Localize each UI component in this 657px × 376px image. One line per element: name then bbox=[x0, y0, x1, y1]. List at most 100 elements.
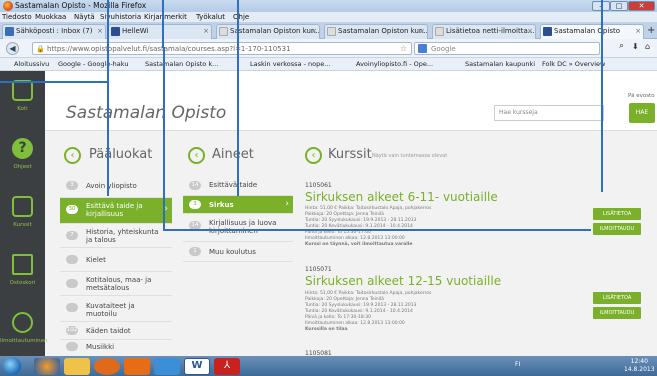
back-button[interactable]: ◀ bbox=[6, 42, 19, 55]
download-icon[interactable]: ⬇ bbox=[632, 42, 639, 51]
tab-course-2[interactable]: Sastamalan Opiston kur... × bbox=[324, 24, 428, 39]
menu-help[interactable]: Ohje bbox=[233, 13, 249, 21]
count-badge: 1 bbox=[189, 247, 201, 256]
start-button[interactable] bbox=[3, 357, 21, 375]
media-taskbar-icon[interactable] bbox=[94, 358, 120, 375]
course-title[interactable]: Sirkuksen alkeet 12-15 vuotiaille bbox=[305, 274, 501, 288]
site-brand[interactable]: Sastamalan Opisto bbox=[66, 103, 226, 123]
tab-label: Lisätietoa netti-ilmoitta... bbox=[446, 27, 535, 35]
kurssit-subtitle: Näytä vain tuntemassa olevat bbox=[372, 153, 448, 159]
maximize-button[interactable]: □ bbox=[610, 1, 628, 11]
home-button-icon[interactable]: ⌂ bbox=[645, 42, 650, 51]
info-button[interactable]: LISÄTIETOA bbox=[593, 292, 641, 304]
list-item[interactable]: Kielet bbox=[60, 248, 172, 272]
search-input[interactable]: Google bbox=[414, 42, 600, 55]
bookmark-item[interactable]: Avoinyliopisto.fi - Ope... bbox=[356, 60, 433, 68]
bookmark-item[interactable]: Folk DC » Overview bbox=[542, 60, 605, 68]
star-icon[interactable]: ☆ bbox=[400, 44, 407, 53]
tab-bar: Sähköposti : Inbox (7) × HelleWi × Sasta… bbox=[0, 22, 657, 39]
tab-course-1[interactable]: Sastamalan Opiston kur... × bbox=[216, 24, 320, 39]
tab-label: Sastamalan Opiston kur... bbox=[230, 27, 320, 35]
sidebar-label: Ostoskori bbox=[9, 280, 36, 286]
detail-line: Kurssilla on tilaa bbox=[305, 327, 348, 332]
menu-view[interactable]: Näytä bbox=[74, 13, 95, 21]
sidebar-label: Kurssit bbox=[13, 222, 32, 228]
sidebar-item-cart[interactable]: Ostoskori bbox=[0, 245, 45, 303]
mail-icon bbox=[5, 27, 14, 36]
list-item[interactable]: 7 Historia, yhteiskunta ja talous bbox=[60, 224, 172, 248]
firefox-taskbar-icon[interactable] bbox=[34, 358, 60, 375]
close-icon[interactable]: × bbox=[527, 25, 533, 38]
new-tab-button[interactable]: + bbox=[647, 25, 655, 36]
explorer-taskbar-icon[interactable] bbox=[64, 358, 90, 375]
list-item-selected[interactable]: 3 Sirkus › bbox=[183, 196, 293, 214]
sidebar-item-courses[interactable]: Kurssit bbox=[0, 187, 45, 245]
list-item[interactable]: 14 Kirjallisuus ja luova kirjoittaminen bbox=[183, 214, 293, 242]
word-taskbar-icon[interactable]: W bbox=[184, 358, 210, 375]
menu-tools[interactable]: Työkalut bbox=[196, 13, 225, 21]
close-icon[interactable]: × bbox=[311, 25, 317, 38]
search-button[interactable]: HAE bbox=[629, 103, 655, 123]
course-search-input[interactable]: Hae kursseja bbox=[494, 105, 604, 121]
sidebar-item-signup[interactable]: Ilmoittautuminen bbox=[0, 303, 48, 361]
list-item[interactable]: Kuvataiteet ja muotoilu bbox=[60, 296, 172, 322]
page-icon bbox=[435, 27, 444, 36]
back-circle-icon[interactable]: ‹ bbox=[188, 147, 205, 164]
clock[interactable]: 12:40 14.8.2013 bbox=[624, 358, 655, 374]
list-item[interactable]: Kotitalous, maa- ja metsätalous bbox=[60, 272, 172, 296]
tab-mail[interactable]: Sähköposti : Inbox (7) × bbox=[2, 24, 106, 39]
list-item-label: Kuvataiteet ja muotoilu bbox=[86, 302, 135, 318]
tab-label: Sastamalan Opisto bbox=[554, 27, 620, 35]
office-taskbar-icon[interactable] bbox=[124, 358, 150, 375]
bookmark-item[interactable]: Laskin verkossa - nope... bbox=[250, 60, 330, 68]
cart-icon bbox=[12, 254, 33, 275]
search-icon[interactable]: ⌕ bbox=[619, 41, 624, 51]
course-title[interactable]: Sirkuksen alkeet 6-11- vuotiaille bbox=[305, 190, 498, 204]
tab-label: Sastamalan Opiston kur... bbox=[338, 27, 428, 35]
close-icon[interactable]: × bbox=[203, 25, 209, 38]
sidebar-item-home[interactable]: Koti bbox=[0, 71, 45, 129]
detail-line: Kurssi on täynnä, voit ilmoittautua vara… bbox=[305, 242, 413, 247]
back-circle-icon[interactable]: ‹ bbox=[64, 147, 81, 164]
pdf-taskbar-icon[interactable]: ⅄ bbox=[214, 358, 240, 375]
menu-bookmarks[interactable]: Kirjanmerkit bbox=[144, 13, 187, 21]
signup-icon bbox=[12, 312, 33, 333]
close-icon[interactable]: × bbox=[419, 25, 425, 38]
list-item-selected[interactable]: 30 Esittävä taide ja kirjallisuus › bbox=[60, 198, 172, 224]
sidebar-item-help[interactable]: ? Ohjeet bbox=[0, 129, 45, 187]
tab-info[interactable]: Lisätietoa netti-ilmoitta... × bbox=[432, 24, 536, 39]
list-item[interactable]: Musiikki bbox=[60, 340, 172, 354]
help-icon: ? bbox=[12, 138, 33, 159]
tab-hellewi[interactable]: HelleWi × bbox=[108, 24, 212, 39]
bookmark-item[interactable]: Aloitussivu bbox=[14, 60, 49, 68]
close-icon[interactable]: × bbox=[97, 25, 103, 38]
list-item[interactable]: 102 Käden taidot bbox=[60, 322, 172, 340]
list-item-label: Esittävä taide ja kirjallisuus bbox=[86, 202, 143, 218]
bookmark-item[interactable]: Google - Google-haku bbox=[58, 60, 128, 68]
close-icon[interactable]: × bbox=[635, 25, 641, 38]
menu-edit[interactable]: Muokkaa bbox=[35, 13, 66, 21]
signup-button[interactable]: ILMOITTAUDU bbox=[593, 223, 641, 235]
system-tray[interactable]: FI bbox=[515, 361, 520, 368]
sidebar-label: Ohjeet bbox=[13, 164, 32, 170]
count-badge bbox=[66, 303, 78, 312]
course-details: Hinta: 51,00 € Paikka: Taitosirkustalo A… bbox=[305, 291, 575, 333]
close-button[interactable]: ✕ bbox=[628, 1, 655, 11]
signup-button[interactable]: ILMOITTAUDU bbox=[593, 307, 641, 319]
bookmark-item[interactable]: Sastamalan Opisto k... bbox=[145, 60, 218, 68]
list-item-label: Esittävä taide bbox=[209, 181, 258, 189]
list-item[interactable]: 1 Muu koulutus bbox=[183, 242, 293, 262]
back-circle-icon[interactable]: ‹ bbox=[305, 147, 322, 164]
menu-file[interactable]: Tiedosto bbox=[2, 13, 32, 21]
url-bar[interactable]: 🔒 https://www.opistopalvelut.fi/sastamal… bbox=[32, 42, 412, 55]
book-icon bbox=[12, 196, 33, 217]
window-title: Sastamalan Opisto - Mozilla Firefox bbox=[15, 1, 147, 10]
help-taskbar-icon[interactable] bbox=[154, 358, 180, 375]
list-item[interactable]: 3 Avoin yliopisto bbox=[60, 174, 172, 198]
info-button[interactable]: LISÄTIETOA bbox=[593, 208, 641, 220]
tab-sastamala[interactable]: Sastamalan Opisto × bbox=[540, 24, 644, 39]
count-badge: 3 bbox=[189, 200, 201, 209]
bookmark-item[interactable]: Sastamalan kaupunki bbox=[465, 60, 535, 68]
sidebar-label: Ilmoittautuminen bbox=[0, 338, 48, 344]
annotation-arrow bbox=[163, 47, 165, 230]
